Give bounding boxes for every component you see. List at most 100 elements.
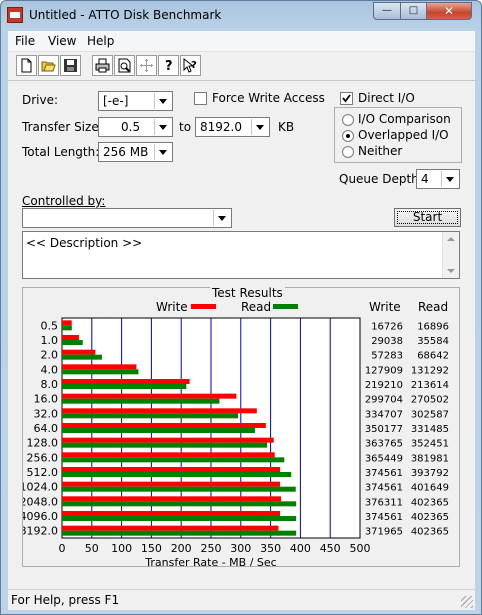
chevron-down-icon[interactable]: [154, 144, 171, 160]
write-bar: [62, 452, 275, 458]
write-bar: [62, 467, 281, 472]
description-text: << Description >>: [26, 236, 143, 250]
read-bar: [62, 413, 239, 419]
help-icon[interactable]: ?: [158, 55, 179, 76]
write-value: 350177: [365, 424, 403, 435]
kb-label: KB: [278, 120, 295, 134]
write-bar: [62, 408, 257, 414]
chevron-down-icon[interactable]: [251, 119, 268, 135]
write-bar: [62, 511, 281, 516]
transfer-size-to-select[interactable]: 8192.0: [195, 117, 270, 137]
io-mode-group: I/O Comparison Overlapped I/O Neither: [334, 107, 462, 163]
description-box[interactable]: << Description >>: [22, 231, 460, 279]
maximize-button[interactable]: □: [400, 2, 427, 20]
menu-view[interactable]: View: [48, 34, 76, 48]
read-value: 16896: [417, 321, 449, 332]
new-icon[interactable]: [16, 55, 37, 76]
chevron-down-icon[interactable]: [154, 119, 171, 135]
write-bar: [62, 496, 282, 502]
minimize-button[interactable]: —: [373, 2, 401, 20]
x-tick-label: 200: [171, 542, 192, 555]
app-window: Untitled - ATTO Disk Benchmark — □ ✕ Fil…: [0, 0, 482, 615]
write-bar: [62, 481, 281, 487]
write-value: 376311: [365, 497, 403, 508]
read-value: 352451: [411, 439, 449, 450]
resize-grip[interactable]: [461, 596, 473, 608]
write-bar: [62, 437, 274, 443]
close-button[interactable]: ✕: [426, 2, 472, 20]
transfer-size-from-select[interactable]: 0.5: [98, 117, 173, 137]
controlled-by-select[interactable]: [22, 208, 232, 228]
open-icon[interactable]: [38, 55, 59, 76]
read-bar: [62, 486, 296, 492]
transfer-size-label: Transfer Size:: [22, 120, 103, 134]
read-bar: [62, 384, 187, 389]
write-value: 371965: [365, 527, 403, 538]
read-value: 402365: [411, 512, 449, 523]
read-bar: [62, 325, 72, 331]
write-bar: [62, 349, 96, 355]
print-icon[interactable]: [92, 55, 113, 76]
chevron-down-icon[interactable]: [213, 210, 230, 226]
read-value: 381981: [411, 453, 449, 464]
x-tick-label: 150: [141, 542, 162, 555]
total-length-value: 256 MB: [103, 145, 149, 159]
overlapped-io-radio[interactable]: [342, 130, 354, 142]
read-value: 401649: [411, 483, 449, 494]
write-bar: [62, 364, 137, 370]
window-title: Untitled - ATTO Disk Benchmark: [29, 8, 222, 22]
app-icon[interactable]: [7, 7, 23, 23]
write-value: 334707: [365, 409, 403, 420]
read-value: 213614: [411, 380, 449, 391]
menu-file[interactable]: File: [15, 34, 35, 48]
transfer-rate-chart: 0 50 100 150 200 250 300 350 400 450 500 0.5 16726 16…: [23, 317, 449, 566]
y-tick-label: 64.0: [34, 422, 59, 435]
queue-depth-label: Queue Depth:: [339, 172, 423, 186]
status-text: For Help, press F1: [11, 593, 120, 607]
print-preview-icon[interactable]: [114, 55, 135, 76]
read-bar: [62, 354, 102, 360]
read-bar: [62, 516, 297, 521]
x-tick-label: 400: [290, 542, 311, 555]
save-icon[interactable]: [60, 55, 81, 76]
force-write-label: Force Write Access: [212, 91, 325, 105]
y-tick-label: 4096.0: [23, 510, 58, 523]
write-value: 374561: [365, 512, 403, 523]
direct-io-label: Direct I/O: [358, 91, 415, 105]
neither-label: Neither: [358, 144, 403, 158]
drive-select[interactable]: [-e-]: [98, 91, 173, 111]
y-tick-label: 8192.0: [23, 525, 58, 538]
to-label: to: [179, 120, 192, 134]
io-comparison-label: I/O Comparison: [358, 112, 451, 126]
force-write-checkbox[interactable]: [194, 92, 207, 105]
write-bar: [62, 525, 279, 531]
write-value: 219210: [365, 380, 403, 391]
chevron-down-icon[interactable]: [441, 171, 458, 187]
io-comparison-radio[interactable]: [342, 114, 354, 126]
move-icon[interactable]: [136, 55, 157, 76]
y-tick-label: 0.5: [41, 319, 59, 332]
write-bar: [62, 423, 266, 428]
write-value: 299704: [365, 395, 403, 406]
write-value: 127909: [365, 365, 403, 376]
neither-radio[interactable]: [342, 146, 354, 158]
drive-value: [-e-]: [103, 94, 129, 108]
transfer-from-value: 0.5: [121, 120, 141, 134]
description-scrollbar[interactable]: [442, 232, 459, 278]
title-bar[interactable]: Untitled - ATTO Disk Benchmark — □ ✕: [1, 1, 481, 31]
total-length-select[interactable]: 256 MB: [98, 142, 173, 162]
y-tick-label: 2.0: [41, 349, 59, 362]
menu-bar: File View Help: [8, 31, 475, 52]
read-bar: [62, 369, 139, 375]
status-bar: For Help, press F1: [8, 589, 475, 610]
start-button[interactable]: Start: [394, 208, 461, 227]
chevron-down-icon[interactable]: [154, 93, 171, 109]
menu-help[interactable]: Help: [87, 34, 114, 48]
read-value: 270502: [411, 395, 449, 406]
direct-io-checkbox[interactable]: [340, 92, 353, 105]
drive-label: Drive:: [22, 93, 59, 107]
context-help-icon[interactable]: ?: [180, 55, 201, 76]
x-tick-label: 350: [260, 542, 281, 555]
x-tick-label: 300: [230, 542, 251, 555]
queue-depth-select[interactable]: 4: [416, 169, 460, 189]
